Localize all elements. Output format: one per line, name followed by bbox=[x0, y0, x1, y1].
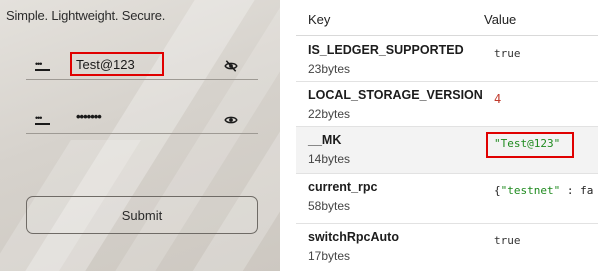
table-row[interactable]: LOCAL_STORAGE_VERSION 22bytes 4 bbox=[296, 82, 598, 127]
value-string: "testnet" bbox=[500, 184, 561, 197]
password-field[interactable]: ••• Test@123 bbox=[26, 52, 258, 80]
key-icon: ••• bbox=[35, 114, 51, 125]
password-value[interactable]: ••••••• bbox=[76, 109, 102, 124]
table-row[interactable]: current_rpc 58bytes {"testnet" : fa bbox=[296, 174, 598, 224]
storage-value: true bbox=[494, 234, 521, 247]
table-row[interactable]: switchRpcAuto 17bytes true bbox=[296, 224, 598, 271]
storage-key: switchRpcAuto bbox=[308, 230, 399, 244]
table-row[interactable]: IS_LEDGER_SUPPORTED 23bytes true bbox=[296, 37, 598, 82]
column-header-key: Key bbox=[308, 12, 331, 27]
storage-value: 4 bbox=[494, 92, 502, 106]
password-value[interactable]: Test@123 bbox=[76, 57, 135, 72]
login-panel: Simple. Lightweight. Secure. ••• Test@12… bbox=[0, 0, 280, 271]
value-rest: : fa bbox=[560, 184, 594, 197]
storage-key: current_rpc bbox=[308, 180, 378, 194]
storage-key: __MK bbox=[308, 133, 342, 147]
storage-table: Key Value IS_LEDGER_SUPPORTED 23bytes tr… bbox=[296, 0, 598, 271]
storage-value: {"testnet" : fa bbox=[494, 184, 593, 197]
submit-button[interactable]: Submit bbox=[26, 196, 258, 234]
table-header: Key Value bbox=[296, 0, 598, 36]
value-brace: { bbox=[494, 184, 501, 197]
table-row[interactable]: __MK 14bytes "Test@123" bbox=[296, 127, 598, 174]
eye-icon[interactable] bbox=[224, 113, 238, 127]
confirm-password-field[interactable]: ••• ••••••• bbox=[26, 106, 258, 134]
storage-size: 23bytes bbox=[308, 62, 351, 76]
key-icon: ••• bbox=[35, 60, 51, 71]
storage-key: IS_LEDGER_SUPPORTED bbox=[308, 43, 464, 57]
storage-size: 58bytes bbox=[308, 199, 351, 213]
eye-slash-icon[interactable] bbox=[224, 59, 238, 73]
storage-value: true bbox=[494, 47, 521, 60]
storage-size: 14bytes bbox=[308, 152, 351, 166]
tagline: Simple. Lightweight. Secure. bbox=[6, 8, 166, 23]
column-header-value: Value bbox=[484, 12, 517, 27]
storage-key: LOCAL_STORAGE_VERSION bbox=[308, 88, 483, 102]
storage-size: 22bytes bbox=[308, 107, 351, 121]
storage-size: 17bytes bbox=[308, 249, 351, 263]
storage-value: "Test@123" bbox=[494, 137, 561, 150]
